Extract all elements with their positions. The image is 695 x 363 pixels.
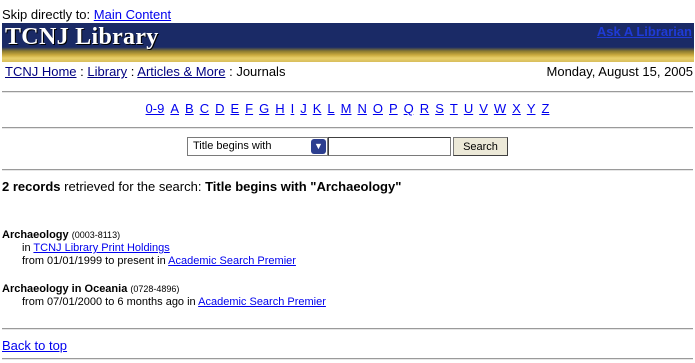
az-link[interactable]: A — [170, 101, 179, 116]
journal-issn: (0003-8113) — [71, 230, 121, 240]
az-link[interactable]: R — [420, 101, 429, 116]
az-link[interactable]: F — [245, 101, 253, 116]
az-link[interactable]: I — [291, 101, 295, 116]
holding-link[interactable]: Academic Search Premier — [198, 296, 326, 308]
az-link[interactable]: Y — [527, 101, 536, 116]
az-link[interactable]: P — [389, 101, 398, 116]
az-link[interactable]: K — [313, 101, 322, 116]
holding-text: from 01/01/1999 to present in — [22, 255, 169, 267]
az-link[interactable]: Q — [404, 101, 414, 116]
holding-text: in — [22, 242, 34, 254]
az-link[interactable]: Z — [542, 101, 550, 116]
search-button[interactable]: Search — [453, 137, 508, 156]
az-link[interactable]: E — [230, 101, 239, 116]
journal-issn: (0728-4896) — [130, 284, 180, 294]
list-item: Archaeology in Oceania (0728-4896) from … — [2, 283, 326, 309]
az-link[interactable]: S — [435, 101, 444, 116]
alphabet-index: 0-9 A B C D E F G H I J K L M N O P Q R S T U V W X Y Z — [0, 101, 695, 116]
skip-prefix: Skip directly to: — [2, 7, 91, 22]
divider — [2, 328, 693, 330]
divider — [2, 127, 693, 129]
main-content-link[interactable]: Main Content — [94, 7, 171, 22]
breadcrumb-separator: : — [130, 64, 135, 79]
library-logo[interactable]: TCNJ Library — [5, 24, 159, 51]
az-link[interactable]: O — [373, 101, 383, 116]
az-link[interactable]: X — [512, 101, 521, 116]
divider — [2, 91, 693, 93]
search-input[interactable] — [328, 137, 451, 156]
result-query: Title begins with "Archaeology" — [205, 179, 402, 194]
breadcrumb-separator: : — [229, 64, 233, 79]
holding-link[interactable]: TCNJ Library Print Holdings — [33, 242, 169, 254]
breadcrumb-articles-more[interactable]: Articles & More — [137, 64, 225, 79]
divider — [2, 169, 693, 171]
list-item: Archaeology (0003-8113) in TCNJ Library … — [2, 229, 296, 268]
az-link[interactable]: D — [215, 101, 224, 116]
holding-line: from 07/01/2000 to 6 months ago in Acade… — [2, 296, 326, 309]
az-link[interactable]: G — [259, 101, 269, 116]
az-link[interactable]: M — [341, 101, 352, 116]
breadcrumb: TCNJ Home : Library : Articles & More : … — [5, 64, 285, 79]
back-to-top-link[interactable]: Back to top — [2, 338, 67, 353]
az-link[interactable]: H — [275, 101, 284, 116]
ask-a-librarian-link[interactable]: Ask A Librarian — [597, 24, 692, 39]
journal-title: Archaeology — [2, 229, 69, 241]
result-count: 2 records — [2, 179, 61, 194]
az-link[interactable]: C — [200, 101, 209, 116]
az-link[interactable]: L — [327, 101, 334, 116]
journal-title: Archaeology in Oceania — [2, 283, 128, 295]
breadcrumb-library[interactable]: Library — [87, 64, 127, 79]
az-link[interactable]: V — [479, 101, 488, 116]
breadcrumb-tcnj-home[interactable]: TCNJ Home — [5, 64, 77, 79]
holding-line: in TCNJ Library Print Holdings — [2, 242, 296, 255]
az-link[interactable]: W — [494, 101, 506, 116]
az-link[interactable]: U — [464, 101, 473, 116]
az-link[interactable]: N — [357, 101, 366, 116]
holding-line: from 01/01/1999 to present in Academic S… — [2, 255, 296, 268]
divider — [2, 358, 693, 360]
holding-text: from 07/01/2000 to 6 months ago in — [22, 296, 199, 308]
az-link[interactable]: B — [185, 101, 194, 116]
library-banner: TCNJ Library Ask A Librarian — [2, 23, 694, 62]
breadcrumb-current: Journals — [236, 64, 286, 79]
holding-link[interactable]: Academic Search Premier — [168, 255, 296, 267]
search-mode-select[interactable]: Title begins with ▼ — [187, 137, 328, 156]
result-middle: retrieved for the search: — [64, 179, 202, 194]
chevron-down-icon[interactable]: ▼ — [311, 139, 326, 154]
result-summary: 2 records retrieved for the search: Titl… — [2, 179, 401, 194]
az-link[interactable]: 0-9 — [146, 101, 165, 116]
az-link[interactable]: J — [300, 101, 307, 116]
current-date: Monday, August 15, 2005 — [546, 64, 693, 79]
skip-navigation: Skip directly to: Main Content — [2, 7, 171, 22]
az-link[interactable]: T — [450, 101, 458, 116]
breadcrumb-separator: : — [80, 64, 84, 79]
search-mode-value: Title begins with — [193, 140, 272, 152]
